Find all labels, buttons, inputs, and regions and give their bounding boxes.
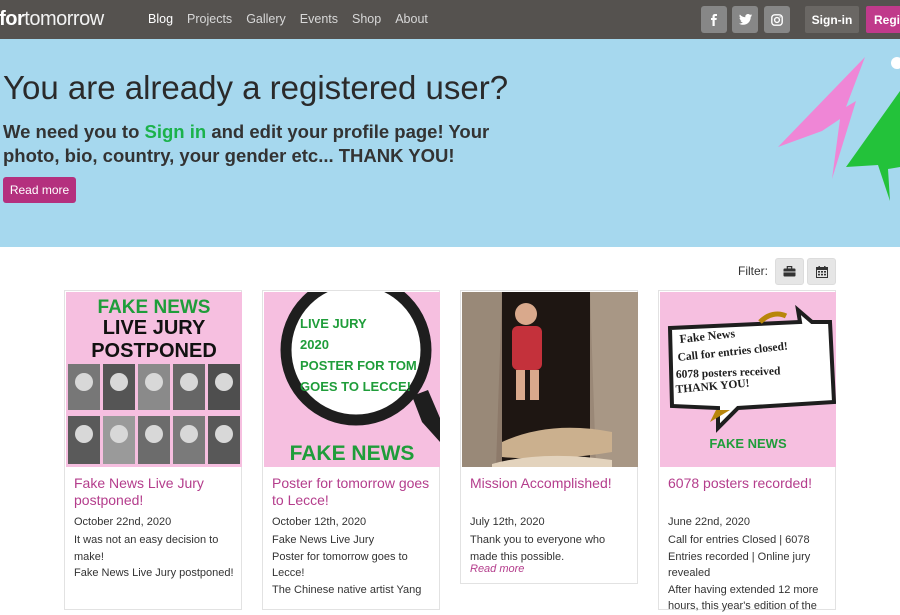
instagram-icon[interactable] bbox=[764, 6, 790, 33]
svg-text:POSTPONED: POSTPONED bbox=[91, 340, 217, 362]
top-navbar: ter fortomorrow Blog Projects Gallery Ev… bbox=[0, 0, 900, 39]
post-excerpt: Call for entries Closed | 6078 Entries r… bbox=[668, 534, 819, 612]
post-title[interactable]: Poster for tomorrow goes to Lecce! bbox=[272, 475, 434, 509]
nav-link-shop[interactable]: Shop bbox=[352, 12, 381, 26]
sign-in-button[interactable]: Sign-in bbox=[805, 6, 859, 33]
post-thumbnail[interactable] bbox=[462, 292, 638, 467]
sign-in-link[interactable]: Sign in bbox=[145, 121, 207, 142]
brand-logo[interactable]: ter fortomorrow bbox=[0, 8, 104, 31]
post-card[interactable]: Fake News Call for entries closed! 6078 … bbox=[658, 290, 836, 612]
nav-link-blog[interactable]: Blog bbox=[148, 12, 173, 26]
post-card[interactable]: FAKE NEWS LIVE JURY POSTPONED Fake News … bbox=[64, 290, 242, 610]
hero-read-more-button[interactable]: Read more bbox=[3, 177, 76, 203]
post-excerpt: Thank you to everyone who made this poss… bbox=[470, 534, 606, 563]
calendar-icon bbox=[815, 265, 828, 278]
post-card[interactable]: Mission Accomplished! July 12th, 2020 Th… bbox=[460, 290, 638, 584]
post-thumbnail[interactable]: FAKE NEWS LIVE JURY POSTPONED bbox=[66, 292, 242, 467]
svg-text:FAKE NEWS: FAKE NEWS bbox=[98, 297, 211, 318]
svg-text:2020: 2020 bbox=[300, 337, 329, 352]
post-title[interactable]: Fake News Live Jury postponed! bbox=[74, 475, 236, 509]
read-more-link[interactable]: Read more bbox=[470, 563, 524, 575]
hero-arrows-illustration bbox=[778, 57, 900, 201]
hero-lead: We need you to Sign in and edit your pro… bbox=[3, 121, 490, 166]
facebook-icon[interactable] bbox=[701, 6, 727, 33]
post-date: June 22nd, 2020 bbox=[668, 516, 750, 528]
register-button[interactable]: Regis bbox=[866, 6, 900, 33]
main-nav: Blog Projects Gallery Events Shop About bbox=[148, 12, 442, 26]
nav-link-events[interactable]: Events bbox=[300, 12, 338, 26]
svg-text:POSTER FOR TOM: POSTER FOR TOM bbox=[300, 358, 417, 373]
nav-link-projects[interactable]: Projects bbox=[187, 12, 232, 26]
post-card[interactable]: LIVE JURY 2020 POSTER FOR TOM GOES TO LE… bbox=[262, 290, 440, 610]
svg-text:GOES TO LECCE!: GOES TO LECCE! bbox=[300, 379, 411, 394]
filter-projects-button[interactable] bbox=[775, 258, 804, 285]
post-date: October 22nd, 2020 bbox=[74, 516, 172, 528]
hero-banner: You are already a registered user? We ne… bbox=[0, 39, 900, 247]
nav-link-gallery[interactable]: Gallery bbox=[246, 12, 286, 26]
hero-title: You are already a registered user? bbox=[3, 69, 509, 106]
briefcase-icon bbox=[783, 266, 796, 277]
post-excerpt: It was not an easy decision to make! Fak… bbox=[74, 534, 234, 579]
post-date: July 12th, 2020 bbox=[470, 516, 545, 528]
nav-link-about[interactable]: About bbox=[395, 12, 428, 26]
svg-text:FAKE NEWS: FAKE NEWS bbox=[290, 442, 415, 465]
post-excerpt: Fake News Live Jury Poster for tomorrow … bbox=[272, 534, 422, 596]
post-date: October 12th, 2020 bbox=[272, 516, 367, 528]
post-thumbnail[interactable]: LIVE JURY 2020 POSTER FOR TOM GOES TO LE… bbox=[264, 292, 440, 467]
twitter-icon[interactable] bbox=[732, 6, 758, 33]
post-thumbnail[interactable]: Fake News Call for entries closed! 6078 … bbox=[660, 292, 836, 467]
post-title[interactable]: 6078 posters recorded! bbox=[668, 475, 830, 492]
filter-label: Filter: bbox=[738, 264, 768, 278]
svg-text:LIVE JURY: LIVE JURY bbox=[103, 317, 206, 339]
post-title[interactable]: Mission Accomplished! bbox=[470, 475, 632, 492]
svg-text:LIVE JURY: LIVE JURY bbox=[300, 316, 367, 331]
svg-text:FAKE NEWS: FAKE NEWS bbox=[709, 436, 787, 451]
filter-events-button[interactable] bbox=[807, 258, 836, 285]
